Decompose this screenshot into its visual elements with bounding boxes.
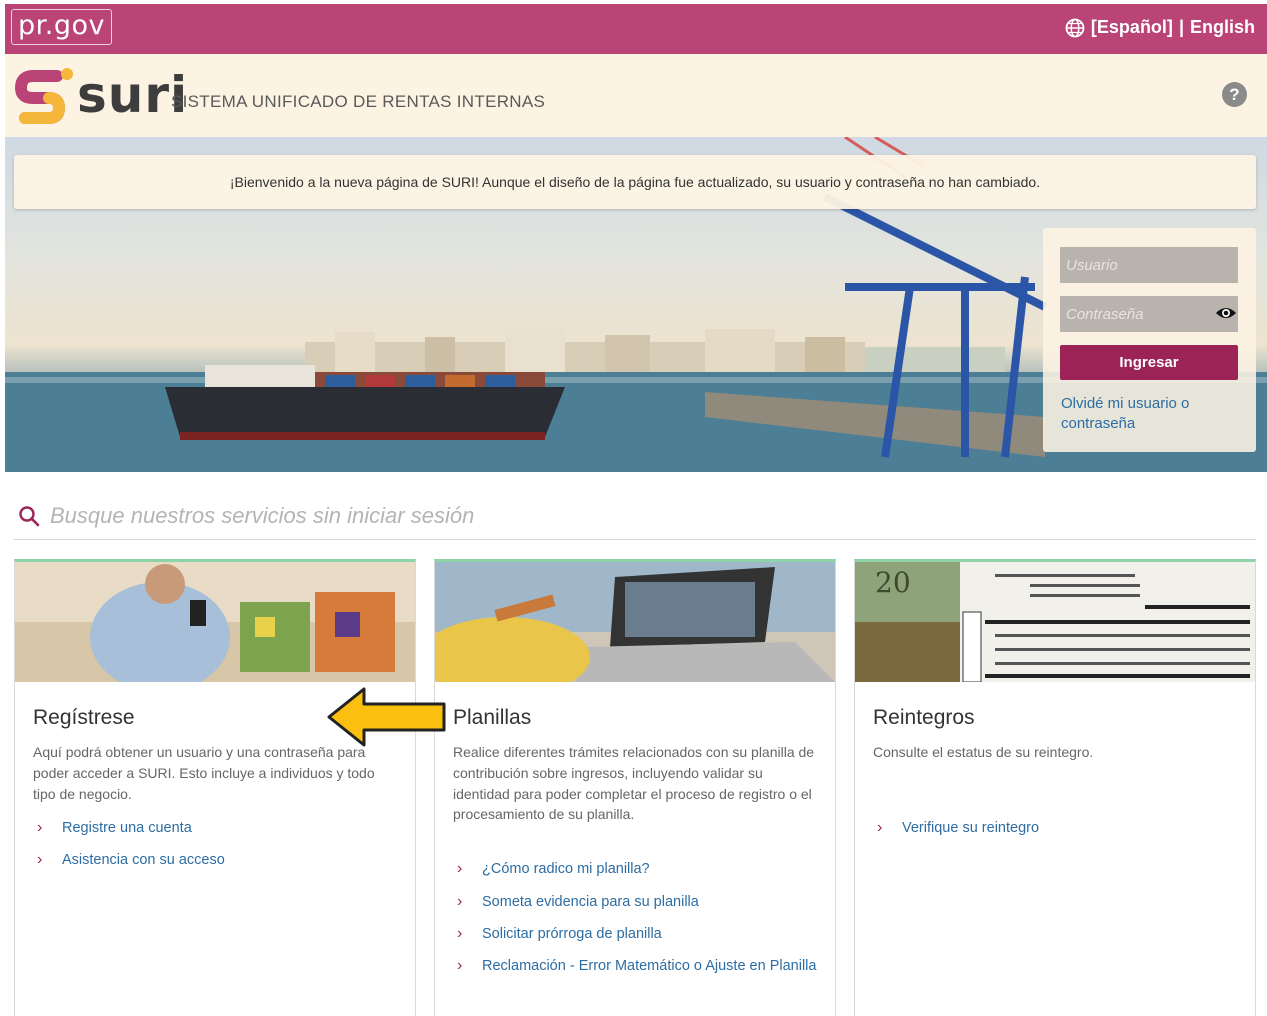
search-input[interactable] [50, 500, 950, 532]
welcome-notice: ¡Bienvenido a la nueva página de SURI! A… [14, 155, 1256, 209]
lang-separator: | [1178, 17, 1184, 37]
card-planillas: Planillas Realice diferentes trámites re… [434, 559, 836, 1016]
search-icon [19, 506, 40, 527]
chevron-right-icon: › [457, 892, 463, 910]
login-panel: Ingresar Olvidé mi usuario o contraseña [1043, 228, 1256, 452]
link-verifique-reintegro[interactable]: › Verifique su reintegro [873, 818, 1243, 839]
chevron-right-icon: › [457, 957, 463, 975]
card-title: Regístrese [33, 706, 135, 729]
top-bar: pr.gov [Español] | English [5, 4, 1267, 54]
link-asistencia-acceso[interactable]: › Asistencia con su acceso [33, 850, 403, 871]
card-links: › ¿Cómo radico mi planilla? › Someta evide… [453, 859, 823, 977]
card-description: Aquí podrá obtener un usuario y una cont… [33, 744, 375, 802]
username-input[interactable] [1060, 247, 1238, 283]
svg-text:20: 20 [875, 566, 911, 599]
link-como-radico[interactable]: › ¿Cómo radico mi planilla? [453, 859, 823, 880]
chevron-right-icon: › [457, 924, 463, 942]
link-solicitar-prorroga[interactable]: › Solicitar prórroga de planilla [453, 924, 823, 945]
card-description: Realice diferentes trámites relacionados… [453, 744, 815, 823]
card-image-laptop [435, 562, 835, 682]
language-switcher: [Español] | English [1065, 17, 1255, 38]
card-links: › Registre una cuenta › Asistencia con su … [33, 818, 403, 871]
link-reclamacion[interactable]: › Reclamación - Error Matemático o Ajuste… [453, 956, 823, 977]
arrow-left-icon [327, 687, 446, 747]
globe-icon [1065, 18, 1085, 37]
card-image-tax-form: 20 [855, 562, 1255, 682]
card-title: Reintegros [873, 706, 975, 729]
password-input[interactable] [1060, 296, 1238, 332]
site-header: suri SISTEMA UNIFICADO DE RENTAS INTERNA… [5, 54, 1267, 137]
login-button[interactable]: Ingresar [1060, 345, 1238, 380]
card-title: Planillas [453, 706, 532, 729]
chevron-right-icon: › [457, 860, 463, 877]
card-links: › Verifique su reintegro [873, 818, 1243, 839]
eye-icon[interactable] [1215, 305, 1237, 321]
site-subtitle: SISTEMA UNIFICADO DE RENTAS INTERNAS [171, 92, 546, 111]
prgov-logo[interactable]: pr.gov [11, 9, 112, 45]
card-reintegros: 20 Reintegros Consulte el estatus de su … [854, 559, 1256, 1016]
chevron-right-icon: › [37, 850, 43, 868]
link-registre-cuenta[interactable]: › Registre una cuenta [33, 818, 403, 839]
suri-logo-icon[interactable] [13, 64, 75, 128]
card-image-person-phone [15, 562, 415, 682]
card-description: Consulte el estatus de su reintegro. [873, 744, 1094, 760]
card-registrese: Regístrese Aquí podrá obtener un usuario… [14, 559, 416, 1016]
forgot-credentials-link[interactable]: Olvidé mi usuario o contraseña [1061, 394, 1241, 434]
help-icon[interactable]: ? [1222, 82, 1247, 107]
lang-english[interactable]: English [1190, 17, 1255, 38]
chevron-right-icon: › [877, 819, 883, 836]
service-search [14, 500, 1256, 540]
lang-espanol[interactable]: [Español] [1091, 17, 1173, 38]
link-someta-evidencia[interactable]: › Someta evidencia para su planilla [453, 892, 823, 913]
chevron-right-icon: › [37, 819, 43, 836]
